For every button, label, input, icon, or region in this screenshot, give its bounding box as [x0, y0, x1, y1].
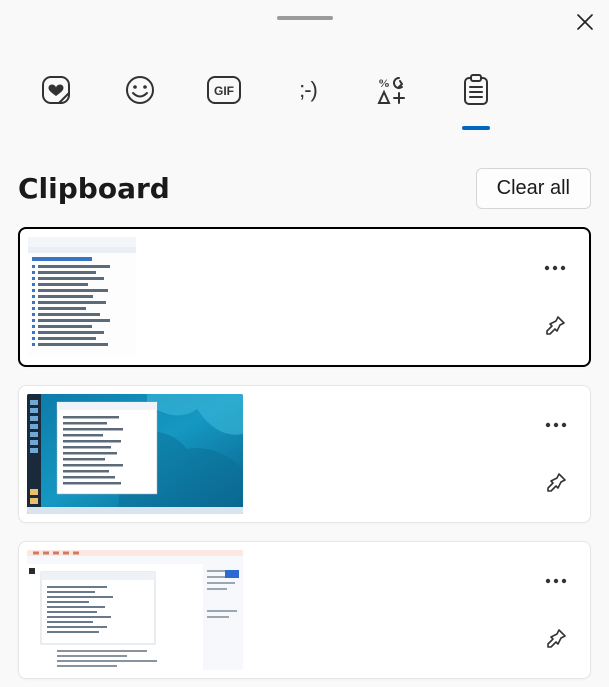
gif-icon: GIF [206, 75, 242, 105]
pin-button[interactable] [536, 463, 576, 503]
ellipsis-icon [545, 422, 567, 428]
clipboard-thumbnail [27, 550, 243, 670]
kaomoji-icon: ;-) [299, 77, 317, 103]
more-options-button[interactable] [536, 561, 576, 601]
pin-icon [544, 315, 566, 337]
clipboard-list [0, 209, 609, 679]
tab-kaomoji[interactable]: ;-) [288, 70, 328, 110]
tab-clipboard[interactable] [456, 70, 496, 110]
pin-icon [545, 628, 567, 650]
clear-all-button[interactable]: Clear all [476, 168, 591, 209]
ellipsis-icon [544, 265, 566, 271]
more-options-button[interactable] [536, 405, 576, 445]
pin-button[interactable] [536, 619, 576, 659]
symbols-icon: % [377, 75, 407, 105]
tab-gif[interactable]: GIF [204, 70, 244, 110]
more-options-button[interactable] [535, 248, 575, 288]
heart-sticker-icon [40, 74, 72, 106]
section-header: Clipboard Clear all [0, 110, 609, 209]
svg-text:%: % [378, 76, 390, 90]
tab-symbols[interactable]: % [372, 70, 412, 110]
ellipsis-icon [545, 578, 567, 584]
close-button[interactable] [571, 8, 599, 36]
clipboard-item[interactable] [18, 541, 591, 679]
tab-stickers[interactable] [36, 70, 76, 110]
clipboard-item[interactable] [18, 385, 591, 523]
close-icon [577, 14, 593, 30]
pin-button[interactable] [535, 306, 575, 346]
drag-handle[interactable] [277, 16, 333, 20]
clipboard-item[interactable] [18, 227, 591, 367]
tab-emoji[interactable] [120, 70, 160, 110]
smiley-icon [124, 74, 156, 106]
svg-text:GIF: GIF [214, 84, 234, 98]
section-title: Clipboard [18, 172, 170, 205]
clipboard-thumbnail [27, 394, 243, 514]
clipboard-thumbnail [28, 237, 136, 357]
clipboard-icon [462, 74, 490, 106]
pin-icon [545, 472, 567, 494]
